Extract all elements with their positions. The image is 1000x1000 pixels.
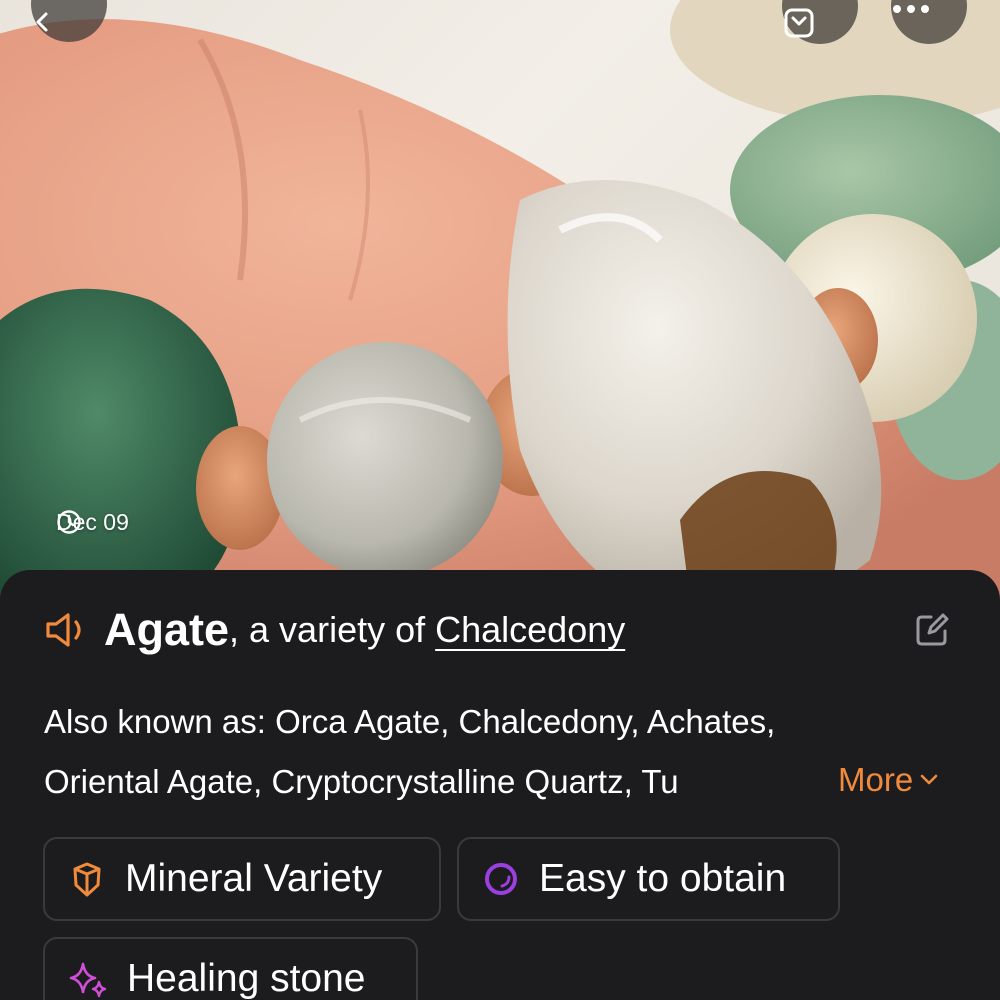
photo-date: Dec 09 <box>56 509 129 536</box>
aka-line2: Oriental Agate, Cryptocrystalline Quartz… <box>44 763 679 800</box>
title-row: Agate , a variety of Chalcedony <box>44 600 956 660</box>
ellipsis-icon <box>893 5 929 13</box>
tag-label: Mineral Variety <box>125 857 383 900</box>
mineral-name: Agate <box>104 604 230 655</box>
tag-label: Healing stone <box>127 957 366 1000</box>
ring-icon <box>485 863 517 895</box>
more-label: More <box>838 761 914 798</box>
also-known-as: Also known as: Orca Agate, Chalcedony, A… <box>44 692 956 812</box>
speaker-icon[interactable] <box>44 610 92 650</box>
tag-healing-stone[interactable]: Healing stone <box>43 937 418 1000</box>
edit-icon[interactable] <box>914 612 950 648</box>
parent-mineral-link[interactable]: Chalcedony <box>435 609 625 651</box>
sparkle-icon <box>69 962 107 998</box>
aka-label: Also known as: <box>44 703 276 740</box>
chevron-down-icon <box>920 774 938 785</box>
clock-icon <box>57 510 81 534</box>
tag-label: Easy to obtain <box>539 857 787 900</box>
download-icon <box>784 8 814 38</box>
tag-easy-to-obtain[interactable]: Easy to obtain <box>457 837 840 921</box>
specimen-photo: Dec 09 <box>0 0 1000 600</box>
tag-mineral-variety[interactable]: Mineral Variety <box>43 837 441 921</box>
info-panel: Agate , a variety of Chalcedony Also kno… <box>0 570 1000 1000</box>
gem-icon <box>73 862 101 897</box>
specimen-image <box>0 0 1000 600</box>
title-connector: , a variety of <box>229 609 436 650</box>
aka-line1: Orca Agate, Chalcedony, Achates, <box>275 703 776 740</box>
chevron-left-icon <box>36 12 48 32</box>
more-button[interactable]: More <box>838 750 939 810</box>
